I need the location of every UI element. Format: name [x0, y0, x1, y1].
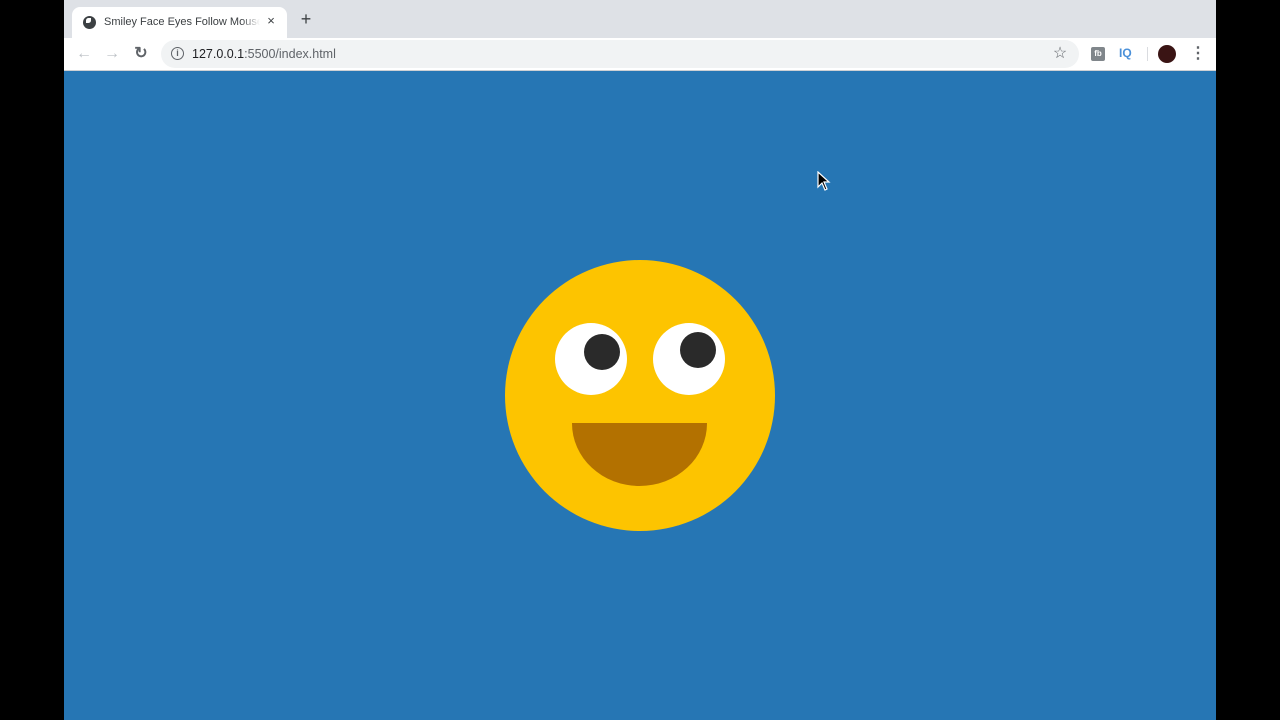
browser-window: Smiley Face Eyes Follow Mouse Effect × +… — [64, 0, 1216, 720]
browser-tab[interactable]: Smiley Face Eyes Follow Mouse Effect × — [72, 7, 287, 38]
left-eye — [555, 323, 627, 395]
fb-extension-icon[interactable]: fb — [1091, 47, 1105, 61]
forward-button[interactable]: → — [103, 45, 121, 63]
tab-strip: Smiley Face Eyes Follow Mouse Effect × + — [64, 0, 1216, 38]
browser-menu-icon[interactable]: ⋮ — [1190, 45, 1206, 63]
back-button[interactable]: ← — [75, 45, 93, 63]
tab-title: Smiley Face Eyes Follow Mouse Effect — [104, 16, 260, 28]
bookmark-star-icon[interactable]: ☆ — [1051, 45, 1069, 63]
toolbar-divider — [1147, 47, 1148, 61]
iq-extension-icon[interactable]: IQ — [1119, 46, 1132, 60]
address-bar[interactable]: i 127.0.0.1:5500/index.html ☆ — [161, 40, 1079, 68]
left-pupil — [584, 334, 620, 370]
url-host: 127.0.0.1 — [192, 47, 245, 61]
info-icon[interactable]: i — [171, 47, 184, 60]
new-tab-button[interactable]: + — [298, 10, 314, 28]
smiley-face — [505, 260, 775, 531]
close-tab-icon[interactable]: × — [263, 13, 279, 29]
reload-button[interactable]: ↻ — [132, 45, 150, 63]
right-pupil — [680, 332, 716, 368]
mouse-cursor-icon — [817, 171, 831, 191]
right-eye — [653, 323, 725, 395]
url-path: :5500/index.html — [244, 47, 336, 61]
url-text[interactable]: 127.0.0.1:5500/index.html — [192, 47, 336, 61]
profile-avatar[interactable] — [1158, 45, 1176, 63]
smiley-mouth — [572, 423, 707, 486]
page-content — [64, 71, 1216, 720]
browser-toolbar: ← → ↻ i 127.0.0.1:5500/index.html ☆ fb I… — [64, 38, 1216, 71]
globe-icon — [83, 16, 96, 29]
